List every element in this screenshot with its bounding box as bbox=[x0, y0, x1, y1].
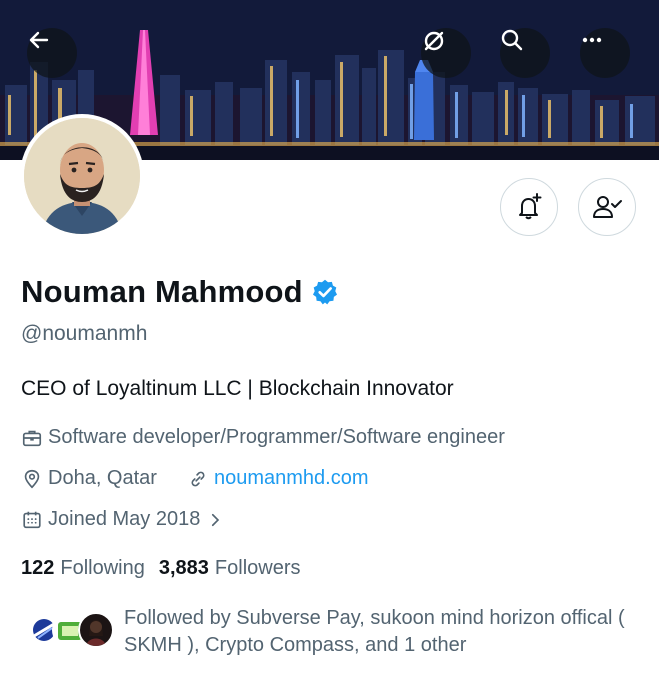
followers-stat[interactable]: 3,883 Followers bbox=[159, 557, 315, 580]
avatar[interactable] bbox=[20, 114, 144, 238]
grok-button[interactable] bbox=[421, 28, 471, 78]
profession-row: Software developer/Programmer/Software e… bbox=[21, 426, 505, 449]
follower-avatar[interactable] bbox=[78, 612, 114, 648]
bell-plus-icon bbox=[519, 193, 542, 220]
location-text: Doha, Qatar bbox=[48, 467, 157, 489]
arrow-left-icon bbox=[29, 31, 49, 49]
verified-badge-icon[interactable] bbox=[311, 278, 339, 306]
chevron-right-icon bbox=[212, 513, 220, 526]
followed-by-text[interactable]: Followed by Subverse Pay, sukoon mind ho… bbox=[124, 605, 644, 659]
location-website-row: Doha, Qatar noumanmhd.com bbox=[21, 467, 368, 490]
search-button[interactable] bbox=[500, 28, 550, 78]
following-count: 122 bbox=[21, 557, 55, 579]
joined-text: Joined May 2018 bbox=[48, 508, 201, 530]
back-button[interactable] bbox=[27, 28, 77, 78]
website-link[interactable]: noumanmhd.com bbox=[214, 467, 369, 490]
profession-text: Software developer/Programmer/Software e… bbox=[48, 426, 505, 448]
followers-count: 3,883 bbox=[158, 557, 209, 579]
profile-name-row: Nouman Mahmood bbox=[21, 274, 339, 310]
more-horizontal-icon bbox=[582, 37, 602, 43]
slash-circle-icon bbox=[424, 31, 444, 51]
follower-avatar-image bbox=[86, 620, 106, 646]
profile-bio: CEO of Loyaltinum LLC | Blockchain Innov… bbox=[21, 377, 454, 400]
profile-handle: @noumanmh bbox=[21, 322, 148, 345]
notifications-button[interactable] bbox=[500, 178, 558, 236]
location-pin-icon bbox=[24, 469, 40, 488]
follow-stats: 122 Following 3,883 Followers bbox=[21, 557, 315, 580]
following-stat[interactable]: 122 Following bbox=[21, 557, 159, 580]
profile-name: Nouman Mahmood bbox=[21, 274, 303, 309]
search-icon bbox=[501, 29, 523, 51]
following-label: Following bbox=[60, 557, 145, 579]
briefcase-icon bbox=[22, 430, 42, 446]
joined-row[interactable]: Joined May 2018 bbox=[21, 508, 229, 531]
person-check-icon bbox=[593, 196, 622, 218]
avatar-image bbox=[24, 118, 140, 234]
calendar-icon bbox=[23, 511, 41, 528]
link-icon bbox=[191, 471, 205, 486]
followers-label: Followers bbox=[214, 557, 301, 579]
more-button[interactable] bbox=[580, 28, 630, 78]
following-status-button[interactable] bbox=[578, 178, 636, 236]
